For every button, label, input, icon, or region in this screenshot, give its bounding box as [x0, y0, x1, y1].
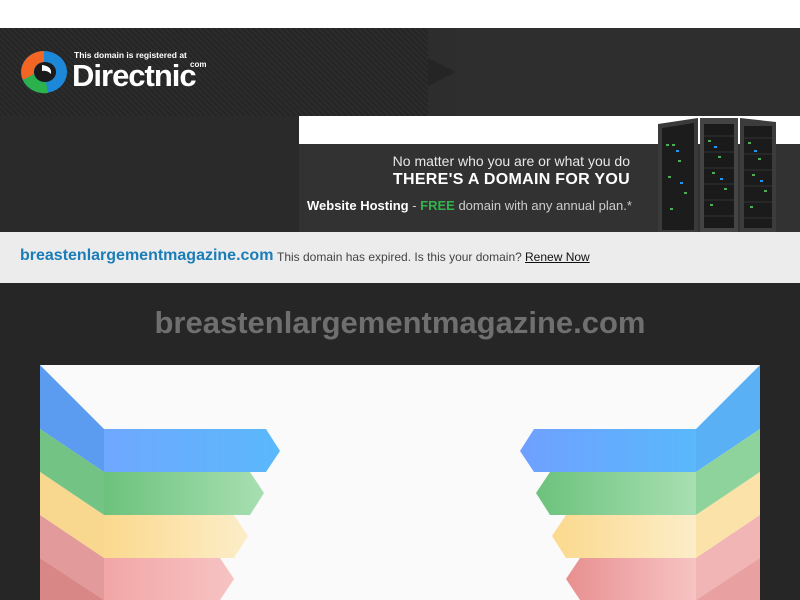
offer-rest: domain with any annual plan.*	[454, 198, 632, 213]
domain-title: breastenlargementmagazine.com	[154, 305, 646, 340]
header-right-panel	[456, 28, 800, 116]
banner-row: No matter who you are or what you do THE…	[0, 116, 800, 232]
brand-wordmark: Directnic	[72, 58, 197, 93]
expired-notice-bar: breastenlargementmagazine.com This domai…	[0, 232, 800, 283]
site-header: This domain is registered at Directnic c…	[0, 28, 800, 116]
main-content: breastenlargementmagazine.com	[0, 283, 800, 600]
server-rack-image	[658, 118, 776, 232]
offer-dash: -	[408, 198, 421, 213]
top-whitespace	[0, 0, 800, 28]
hosting-label: Website Hosting	[307, 198, 409, 213]
banner-tagline: No matter who you are or what you do	[392, 153, 630, 169]
expired-message: This domain has expired. Is this your do…	[277, 250, 522, 264]
domain-promo-banner[interactable]: No matter who you are or what you do THE…	[299, 116, 800, 232]
free-label: FREE	[420, 198, 455, 213]
expired-domain-name: breastenlargementmagazine.com	[20, 247, 274, 264]
ribbon-illustration	[40, 365, 760, 600]
directnic-logo-icon	[21, 51, 67, 94]
directnic-logo[interactable]: This domain is registered at Directnic c…	[20, 47, 220, 97]
banner-offer: Website Hosting - FREE domain with any a…	[299, 198, 659, 218]
brand-suffix: com	[190, 60, 207, 69]
header-arrow-divider	[428, 58, 456, 86]
renew-now-link[interactable]: Renew Now	[525, 250, 590, 264]
ribbon-graphic	[40, 365, 760, 600]
banner-headline: THERE'S A DOMAIN FOR YOU	[392, 171, 630, 188]
